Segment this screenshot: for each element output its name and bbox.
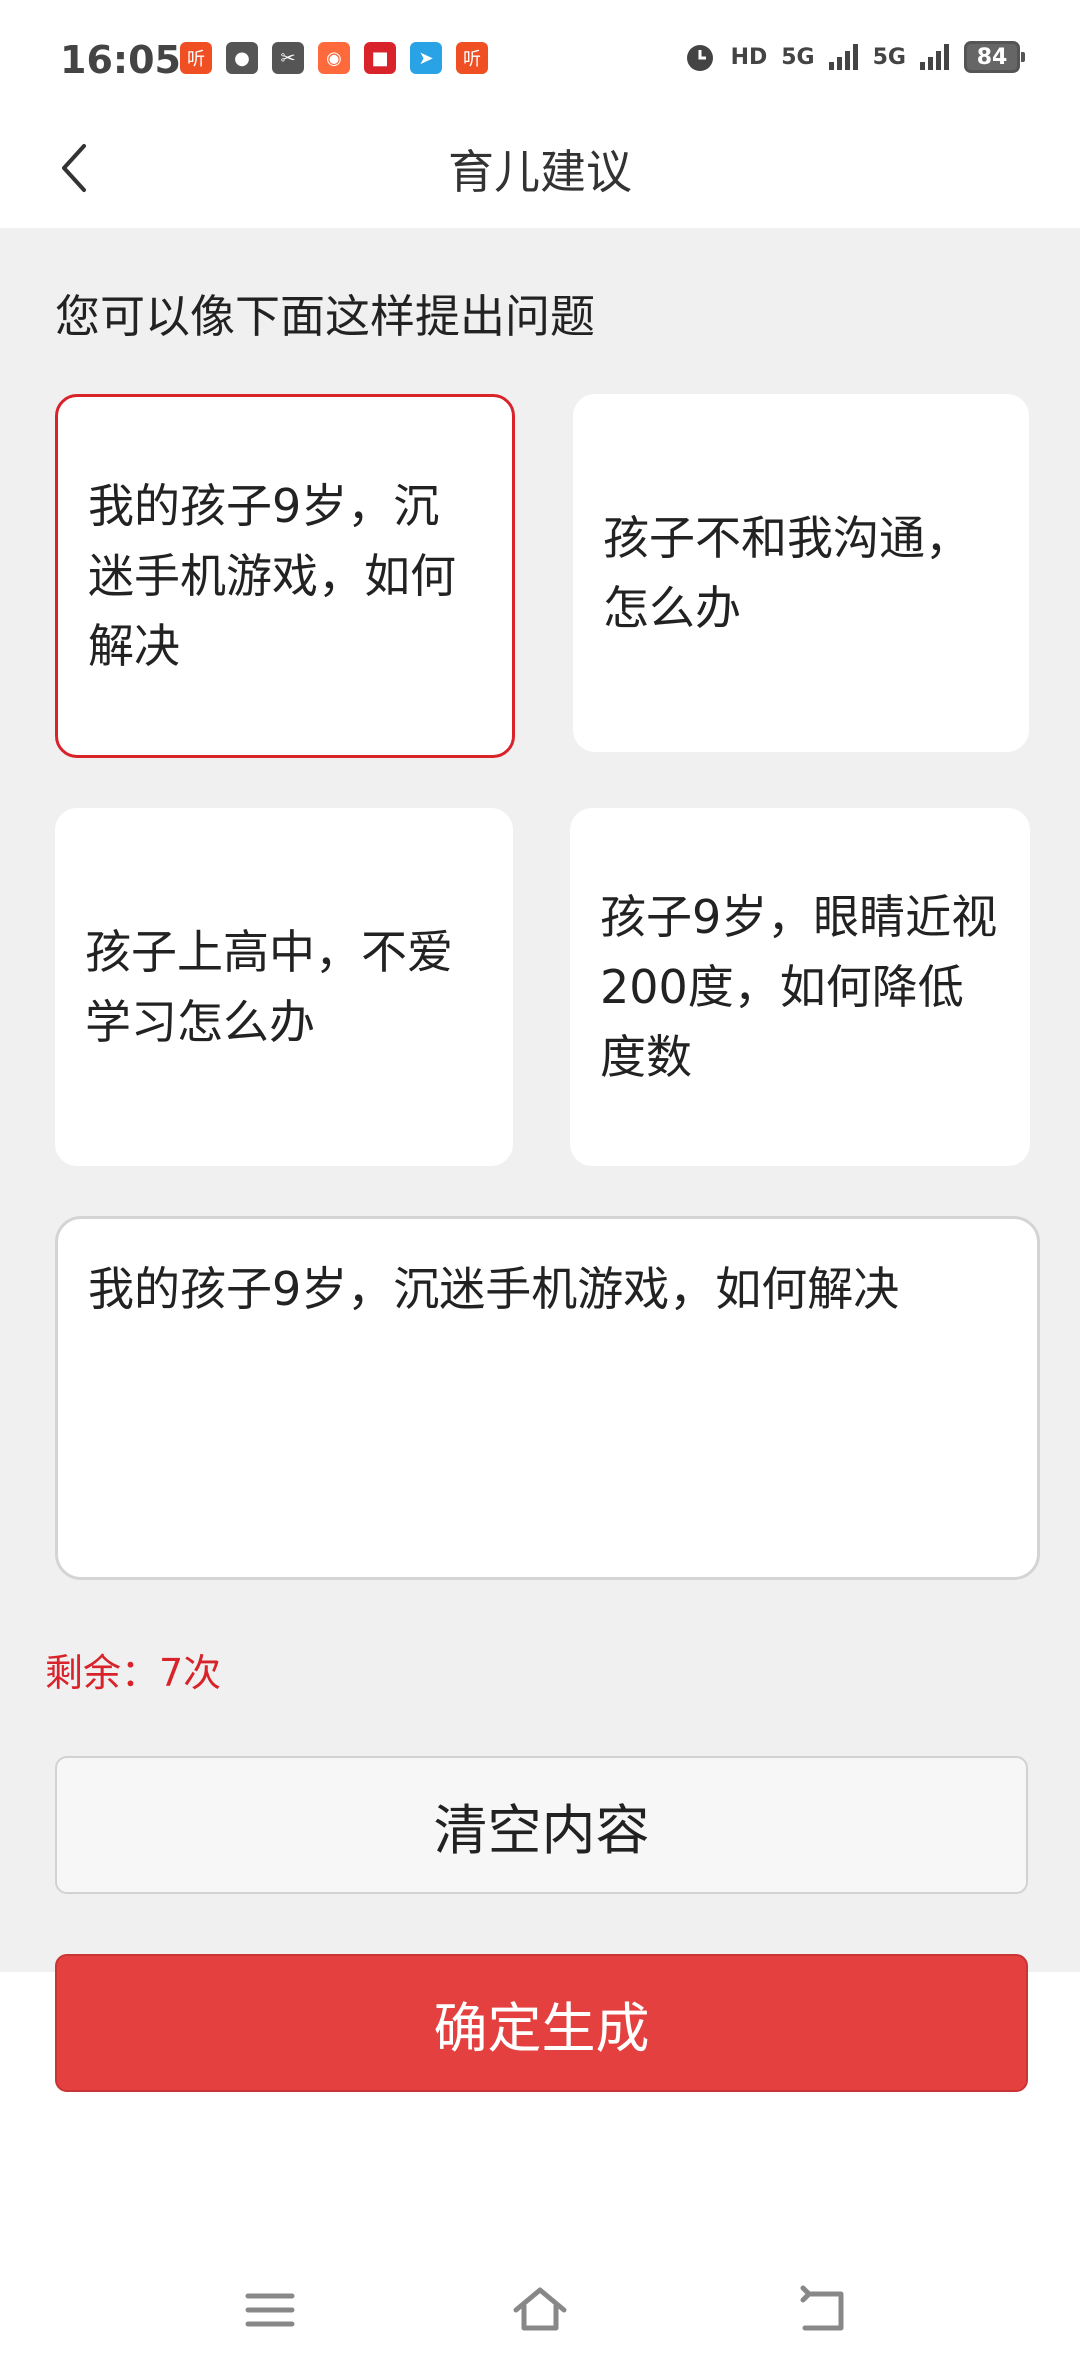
- suggestion-text: 孩子9岁，眼睛近视200度，如何降低度数: [600, 890, 998, 1084]
- signal-bars-icon: [828, 44, 858, 70]
- signal-bars-icon-2: [920, 44, 949, 70]
- battery-icon: 84: [964, 41, 1025, 73]
- back-nav-icon[interactable]: [795, 2280, 855, 2340]
- signal-5g-icon-2: 5G: [872, 44, 906, 70]
- send-app-icon: ➤: [410, 42, 442, 74]
- news-app-icon: ■: [364, 42, 396, 74]
- suggestion-card-2[interactable]: 孩子不和我沟通，怎么办: [573, 394, 1029, 752]
- nav-bar: 育儿建议: [0, 116, 1080, 228]
- ting-app-icon: 听: [180, 42, 212, 74]
- suggestion-text: 孩子不和我沟通，怎么办: [603, 511, 971, 635]
- hd-icon: HD: [730, 44, 768, 70]
- status-time: 16:05: [60, 38, 181, 82]
- clear-content-button[interactable]: 清空内容: [55, 1756, 1028, 1894]
- remaining-count: 剩余：7次: [45, 1651, 222, 1695]
- page-title: 育儿建议: [448, 145, 632, 199]
- question-input[interactable]: [55, 1216, 1040, 1580]
- ting-app-icon-2: 听: [456, 42, 488, 74]
- system-status: HD 5G 5G 84: [683, 40, 1025, 74]
- system-nav-bar: [0, 2260, 1080, 2360]
- suggestion-card-3[interactable]: 孩子上高中，不爱学习怎么办: [55, 808, 513, 1166]
- suggestion-card-1[interactable]: 我的孩子9岁，沉迷手机游戏，如何解决: [55, 394, 515, 758]
- status-bar: 16:05 听 ● ✂ ◉ ■ ➤ 听 HD 5G 5G 84: [0, 0, 1080, 116]
- menu-icon[interactable]: [240, 2280, 300, 2340]
- suggestion-card-4[interactable]: 孩子9岁，眼睛近视200度，如何降低度数: [570, 808, 1030, 1166]
- notification-icons: 听 ● ✂ ◉ ■ ➤ 听: [180, 42, 488, 74]
- question-hint: 您可以像下面这样提出问题: [55, 290, 596, 343]
- home-icon[interactable]: [510, 2280, 570, 2340]
- tool-app-icon: ✂: [272, 42, 304, 74]
- signal-5g-icon: 5G: [781, 44, 815, 70]
- globe-app-icon: ●: [226, 42, 258, 74]
- confirm-generate-button[interactable]: 确定生成: [55, 1954, 1028, 2092]
- alarm-icon: [686, 45, 713, 71]
- suggestion-text: 我的孩子9岁，沉迷手机游戏，如何解决: [88, 479, 456, 673]
- suggestion-text: 孩子上高中，不爱学习怎么办: [85, 925, 453, 1049]
- kuaishou-app-icon: ◉: [318, 42, 350, 74]
